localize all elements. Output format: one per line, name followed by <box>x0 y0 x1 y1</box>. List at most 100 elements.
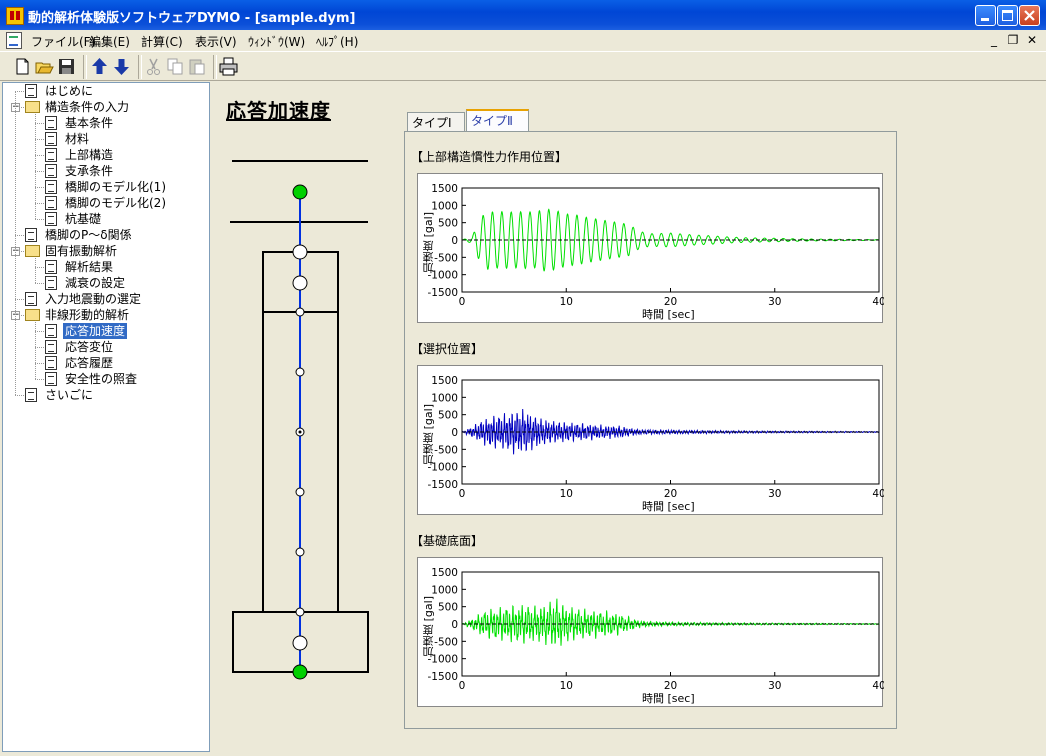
save-button[interactable] <box>56 56 77 77</box>
x-tick-label: 30 <box>768 488 781 500</box>
chart-foundation-bottom: 1500 1000 500 0 -500 -1000 -1500 0 10 20 30 40 加速度 [… <box>417 557 884 707</box>
tree-connector <box>15 395 24 396</box>
toolbar <box>0 51 1046 81</box>
menu-bar: ファイル(F) 編集(E) 計算(C) 表示(V) ｳｨﾝﾄﾞｳ(W) ﾍﾙﾌﾟ… <box>0 30 1046 50</box>
mdi-minimize-icon[interactable]: _ <box>986 33 1002 47</box>
close-button[interactable] <box>1019 5 1040 26</box>
tree-item-label: 安全性の照査 <box>65 372 138 386</box>
folder-icon <box>25 245 40 257</box>
tree-item-label: 入力地震動の選定 <box>45 292 142 306</box>
y-tick-label: 1500 <box>431 375 458 387</box>
tree-item-label: 応答履歴 <box>65 356 114 370</box>
move-down-button[interactable] <box>111 56 132 77</box>
chart-title-selected: 【選択位置】 <box>411 342 484 356</box>
toolbar-separator <box>138 55 142 79</box>
tab-type-2[interactable]: タイプⅡ <box>466 109 529 133</box>
tree-item-label: 応答加速度 <box>63 323 128 339</box>
copy-icon <box>167 58 183 75</box>
menu-file[interactable]: ファイル(F) <box>31 33 95 50</box>
tree-item-label: 応答変位 <box>65 340 114 354</box>
tree-item-label: 橋脚のモデル化(2) <box>65 196 166 210</box>
node[interactable] <box>292 244 308 260</box>
y-tick-label: -500 <box>434 636 458 648</box>
app-icon[interactable] <box>6 7 24 25</box>
window-title: 動的解析体験版ソフトウェアDYMO - [sample.dym] <box>28 11 356 26</box>
document-icon <box>45 212 57 226</box>
y-tick-label: 1000 <box>431 392 458 404</box>
tree-connector <box>35 123 44 124</box>
document-icon <box>25 84 37 98</box>
maximize-button[interactable] <box>997 5 1018 26</box>
document-icon <box>45 260 57 274</box>
document-icon[interactable] <box>6 32 22 49</box>
tree-item-label: 固有振動解析 <box>45 244 118 258</box>
tree-item-label: 支承条件 <box>65 164 114 178</box>
folder-icon <box>25 101 40 113</box>
move-up-button[interactable] <box>89 56 110 77</box>
tree-item-label: 橋脚のP～δ関係 <box>45 228 132 242</box>
mdi-close-icon[interactable]: ✕ <box>1024 33 1040 47</box>
x-axis-label: 時間 [sec] <box>642 692 695 705</box>
node[interactable] <box>295 487 305 497</box>
tree-connector <box>35 283 44 284</box>
tree-item-label: 上部構造 <box>65 148 114 162</box>
node[interactable] <box>292 635 308 651</box>
tree-connector <box>35 114 36 219</box>
document-icon <box>45 324 57 338</box>
document-icon <box>45 340 57 354</box>
tree-item-label: はじめに <box>45 84 94 98</box>
menu-edit[interactable]: 編集(E) <box>89 33 130 50</box>
print-button[interactable] <box>218 56 239 77</box>
node[interactable] <box>295 607 305 617</box>
y-axis-label: 加速度 [gal] <box>422 404 435 466</box>
x-tick-label: 30 <box>768 296 781 308</box>
x-tick-label: 10 <box>560 680 573 692</box>
chart-svg: 150010005000-500-1000-15000 10 20 30 40 <box>427 567 884 692</box>
menu-calc[interactable]: 計算(C) <box>141 33 183 50</box>
tree-connector <box>35 187 44 188</box>
tab-type-1[interactable]: タイプⅠ <box>407 112 465 132</box>
menu-help[interactable]: ﾍﾙﾌﾟ(H) <box>316 33 358 50</box>
x-axis-label: 時間 [sec] <box>642 308 695 321</box>
minimize-icon <box>981 18 989 21</box>
mdi-restore-icon[interactable]: ❐ <box>1005 33 1021 47</box>
new-button[interactable] <box>12 56 33 77</box>
node[interactable] <box>292 275 308 291</box>
chart-selected-position: 1500 1000 500 0 -500 -1000 -1500 0 10 20 30 40 加速度 [… <box>417 365 884 515</box>
y-axis-label: 加速度 [gal] <box>422 596 435 658</box>
chart-svg: 150010005000-500-1000-15000 10 20 30 40 <box>427 183 884 308</box>
y-tick-label: 0 <box>451 619 458 631</box>
chart-superstructure: 1500 1000 500 0 -500 -1000 -1500 0 10 20 30 40 加速度 [… <box>417 173 884 323</box>
node[interactable] <box>295 307 305 317</box>
tree-connector <box>15 91 24 92</box>
close-icon <box>1024 10 1035 21</box>
tree-connector <box>35 379 44 380</box>
navigation-tree[interactable]: はじめに 構造条件の入力 − 基本条件 材料 上部構造 支承条件 橋脚のモデル化(1) 橋脚のモ… <box>2 82 210 752</box>
y-tick-label: 0 <box>451 235 458 247</box>
tree-connector <box>35 171 44 172</box>
tree-connector <box>35 267 44 268</box>
open-icon <box>35 62 54 74</box>
y-tick-label: -1500 <box>427 671 458 683</box>
title-bar[interactable]: 動的解析体験版ソフトウェアDYMO - [sample.dym] <box>0 0 1046 30</box>
y-tick-label: -500 <box>434 252 458 264</box>
document-icon <box>45 116 57 130</box>
node[interactable] <box>295 367 305 377</box>
x-tick-label: 0 <box>459 488 466 500</box>
y-tick-label: -1500 <box>427 287 458 299</box>
tree-connector <box>35 155 44 156</box>
y-tick-label: 500 <box>438 410 458 422</box>
top-node[interactable] <box>292 184 308 200</box>
bottom-node[interactable] <box>292 664 308 680</box>
open-button[interactable] <box>34 56 55 77</box>
menu-view[interactable]: 表示(V) <box>195 33 237 50</box>
tree-connector <box>35 347 44 348</box>
menu-window[interactable]: ｳｨﾝﾄﾞｳ(W) <box>248 33 305 50</box>
cut-button[interactable] <box>143 56 164 77</box>
minimize-button[interactable] <box>975 5 996 26</box>
copy-button[interactable] <box>165 56 186 77</box>
tab-panel: 【上部構造慣性力作用位置】 1500 1000 500 0 -500 -1000 -1500… <box>404 131 897 729</box>
node[interactable] <box>295 547 305 557</box>
new-icon <box>16 58 29 75</box>
paste-button[interactable] <box>187 56 208 77</box>
